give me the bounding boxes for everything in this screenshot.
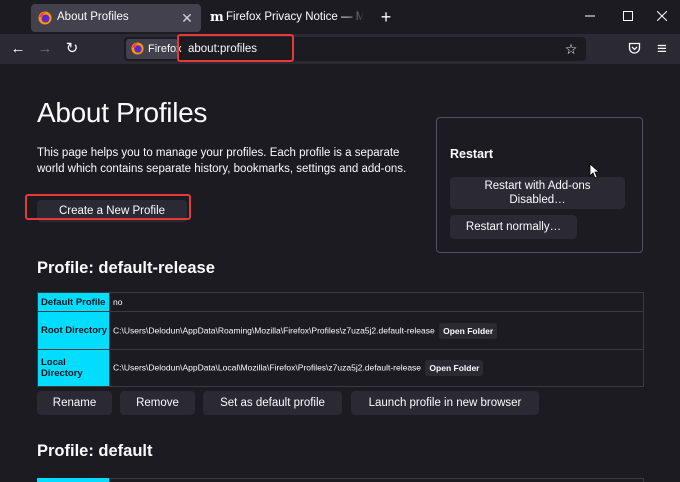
table-row: Local Directory C:\Users\Delodun\AppData… xyxy=(37,349,644,387)
tab-title: About Profiles xyxy=(57,11,129,23)
row-value: C:\Users\Delodun\AppData\Roaming\Mozilla… xyxy=(109,311,644,350)
page-title: About Profiles xyxy=(37,97,208,128)
identity-box[interactable]: Firefox xyxy=(126,39,182,59)
profile-title: Profile: default-release xyxy=(37,259,215,277)
page-intro: This page helps you to manage your profi… xyxy=(37,147,407,175)
tab-about-profiles[interactable]: About Profiles ✕ xyxy=(31,4,201,32)
bookmark-star-icon[interactable]: ☆ xyxy=(562,39,580,59)
row-label: Root Directory xyxy=(37,311,110,350)
set-default-profile-button[interactable]: Set as default profile xyxy=(203,391,342,415)
new-tab-button[interactable]: + xyxy=(376,7,396,27)
default-profile-value: no xyxy=(113,297,123,307)
minimize-button[interactable] xyxy=(580,7,600,27)
mozilla-m-icon: m xyxy=(210,10,224,25)
table-header-cell xyxy=(37,478,109,482)
create-button-highlight-box xyxy=(25,194,191,220)
maximize-button[interactable] xyxy=(618,7,638,27)
app-menu-button[interactable]: ≡ xyxy=(652,39,672,59)
forward-button[interactable]: → xyxy=(35,39,55,59)
row-label: Default Profile xyxy=(37,292,110,312)
page-content: About Profiles This page helps you to ma… xyxy=(0,64,680,482)
navigation-toolbar: ← → ↻ Firefox about:profiles ☆ ≡ xyxy=(0,34,680,64)
close-tab-icon[interactable]: ✕ xyxy=(179,10,195,26)
firefox-icon xyxy=(38,11,52,25)
pocket-icon xyxy=(628,42,640,54)
rename-profile-button[interactable]: Rename xyxy=(37,391,112,415)
minimize-icon xyxy=(585,15,595,17)
row-value: no xyxy=(109,292,644,312)
row-value: C:\Users\Delodun\AppData\Local\Mozilla\F… xyxy=(109,349,644,387)
local-directory-path: C:\Users\Delodun\AppData\Local\Mozilla\F… xyxy=(113,362,422,373)
button-label-line2: Disabled… xyxy=(509,194,566,206)
reload-button[interactable]: ↻ xyxy=(62,39,82,59)
launch-profile-button[interactable]: Launch profile in new browser xyxy=(351,391,539,415)
root-directory-path: C:\Users\Delodun\AppData\Roaming\Mozilla… xyxy=(113,324,435,335)
tab-title: Firefox Privacy Notice — Mozilla xyxy=(226,11,364,23)
table-border xyxy=(109,478,644,482)
firefox-icon xyxy=(131,42,144,55)
table-row: Default Profile no xyxy=(37,292,644,312)
tab-firefox-privacy-notice[interactable]: m Firefox Privacy Notice — Mozilla xyxy=(204,4,364,32)
profile-info-table: Default Profile no Root Directory C:\Use… xyxy=(37,292,644,387)
open-local-folder-button[interactable]: Open Folder xyxy=(425,360,484,376)
pocket-button[interactable] xyxy=(624,39,644,59)
profile-title: Profile: default xyxy=(37,442,153,460)
table-row: Root Directory C:\Users\Delodun\AppData\… xyxy=(37,311,644,350)
mouse-cursor-icon xyxy=(589,163,599,179)
button-label-line1: Restart with Add-ons xyxy=(484,180,591,192)
url-highlight-box xyxy=(177,34,294,62)
maximize-icon xyxy=(623,11,633,21)
open-root-folder-button[interactable]: Open Folder xyxy=(439,322,498,339)
restart-panel: Restart Restart with Add-ons Restart nor… xyxy=(436,117,643,253)
restart-heading: Restart xyxy=(450,147,494,161)
back-button[interactable]: ← xyxy=(8,39,28,59)
remove-profile-button[interactable]: Remove xyxy=(120,391,195,415)
restart-normally-button[interactable]: Restart normally… xyxy=(450,215,577,239)
tab-strip: About Profiles ✕ m Firefox Privacy Notic… xyxy=(0,0,680,34)
row-label: Local Directory xyxy=(37,349,110,387)
close-icon xyxy=(656,10,668,22)
window-close-button[interactable] xyxy=(652,7,672,27)
